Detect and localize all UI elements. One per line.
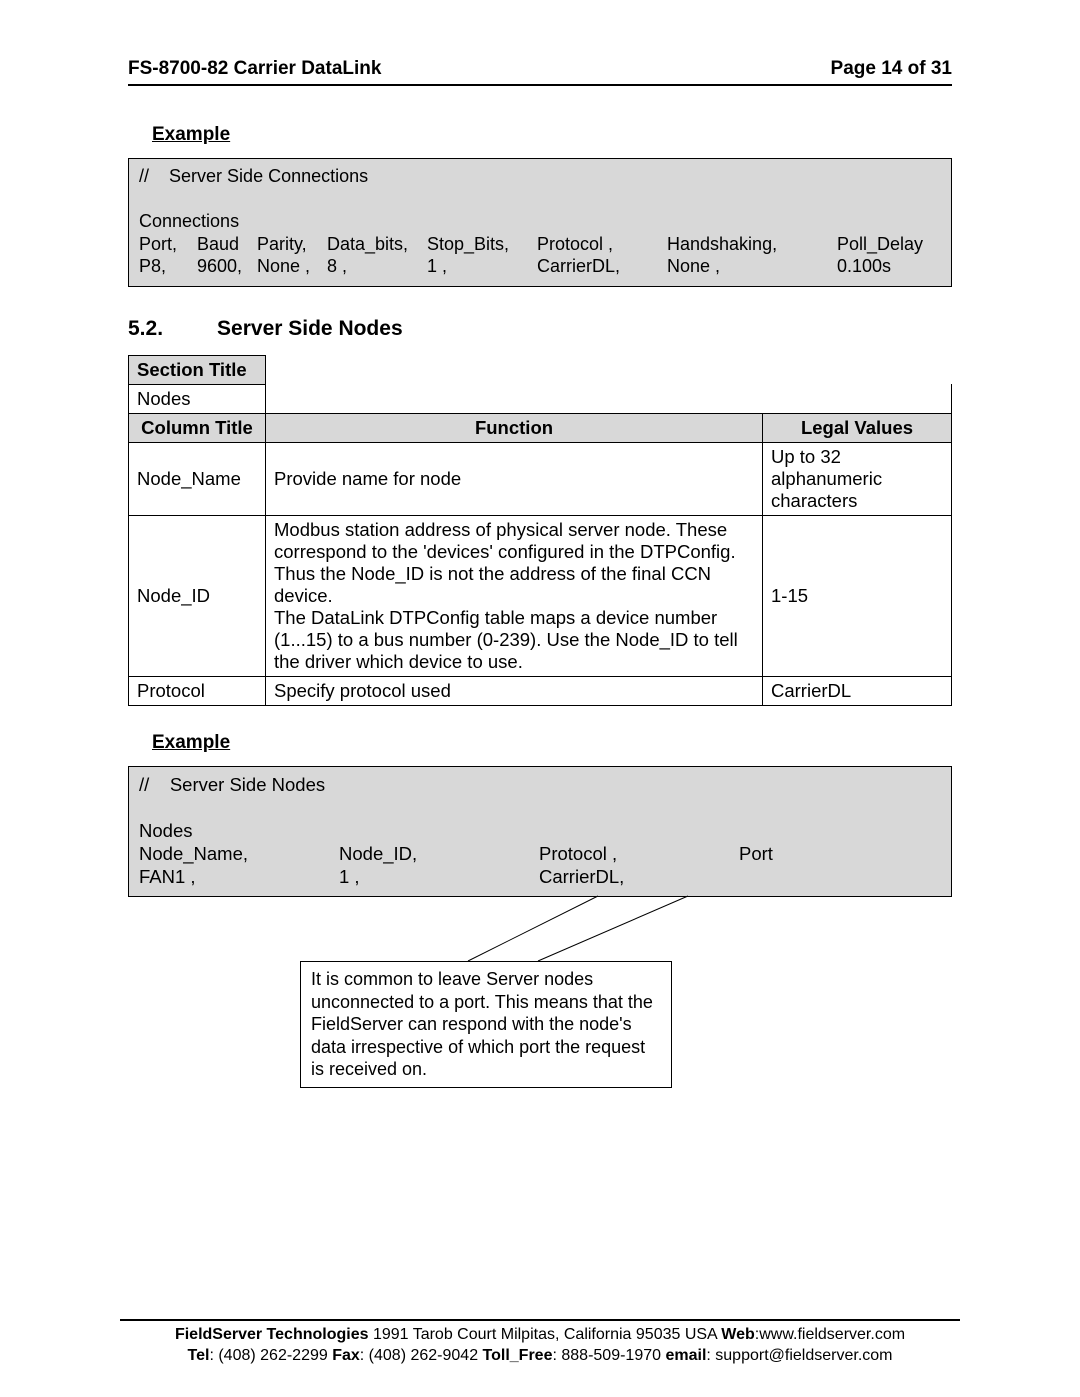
blank-cell (763, 384, 952, 413)
section-title-label: Section Title (129, 355, 266, 384)
header-rule (128, 84, 952, 86)
section-number: 5.2. (128, 317, 163, 341)
val-protocol: CarrierDL, (537, 255, 667, 278)
footer-toll-value: : 888-509-1970 (552, 1347, 665, 1364)
row-function: Provide name for node (266, 442, 763, 515)
page: FS-8700-82 Carrier DataLink Page 14 of 3… (0, 0, 1080, 1397)
page-number: Page 14 of 31 (831, 58, 952, 80)
footer-web-label: Web (721, 1326, 754, 1343)
col-baud: Baud (197, 233, 257, 256)
blank-cell (266, 384, 763, 413)
comment-slash: // (139, 774, 149, 795)
footer-email-label: email (665, 1347, 706, 1364)
row-function: Modbus station address of physical serve… (266, 515, 763, 676)
comment-text: Server Side Connections (169, 166, 368, 186)
table-row: Node_Name Provide name for node Up to 32… (129, 442, 952, 515)
val-stopbits: 1 , (427, 255, 537, 278)
row-function: Specify protocol used (266, 676, 763, 705)
row-legal: Up to 32 alphanumeric characters (763, 442, 952, 515)
col-nodeid: Node_ID, (339, 842, 539, 865)
row-title: Node_ID (129, 515, 266, 676)
blank-cell (266, 355, 763, 384)
col-header-legal: Legal Values (763, 413, 952, 442)
section-title: Server Side Nodes (217, 317, 403, 341)
server-side-nodes-example: // Server Side Nodes Nodes Node_Name, No… (128, 766, 952, 898)
footer-tel-value: : (408) 262-2299 (209, 1347, 332, 1364)
col-header-function: Function (266, 413, 763, 442)
example1-heading: Example (152, 124, 952, 146)
col-handshaking: Handshaking, (667, 233, 837, 256)
comment-text: Server Side Nodes (170, 774, 325, 795)
table-row: Protocol Specify protocol used CarrierDL (129, 676, 952, 705)
connections-word: Connections (139, 210, 941, 233)
footer-web-value: :www.fieldserver.com (755, 1326, 905, 1343)
callout-area: It is common to leave Server nodes uncon… (128, 927, 952, 1087)
val-handshaking: None , (667, 255, 837, 278)
row-legal: 1-15 (763, 515, 952, 676)
val-nodename: FAN1 , (139, 865, 339, 888)
page-footer: FieldServer Technologies 1991 Tarob Cour… (120, 1319, 960, 1367)
val-port (739, 865, 941, 888)
col-port: Port (739, 842, 941, 865)
section-5-2-heading: 5.2. Server Side Nodes (128, 317, 952, 341)
footer-tel-label: Tel (188, 1347, 210, 1364)
doc-header: FS-8700-82 Carrier DataLink Page 14 of 3… (128, 58, 952, 80)
footer-company: FieldServer Technologies (175, 1326, 369, 1343)
footer-fax-value: : (408) 262-9042 (360, 1347, 483, 1364)
section-title-value: Nodes (129, 384, 266, 413)
col-header-title: Column Title (129, 413, 266, 442)
nodes-header-row: Node_Name, Node_ID, Protocol , Port (139, 842, 941, 865)
col-nodename: Node_Name, (139, 842, 339, 865)
example2-heading: Example (152, 732, 952, 754)
server-side-connections-example: // Server Side Connections Connections P… (128, 158, 952, 287)
footer-text: FieldServer Technologies 1991 Tarob Cour… (120, 1325, 960, 1367)
col-parity: Parity, (257, 233, 327, 256)
col-stopbits: Stop_Bits, (427, 233, 537, 256)
comment-slash: // (139, 166, 149, 186)
row-title: Protocol (129, 676, 266, 705)
blank-cell (763, 355, 952, 384)
footer-email-value: : support@fieldserver.com (706, 1347, 892, 1364)
nodes-word: Nodes (139, 819, 941, 842)
footer-toll-label: Toll_Free (483, 1347, 553, 1364)
col-port: Port, (139, 233, 197, 256)
val-parity: None , (257, 255, 327, 278)
val-polldelay: 0.100s (837, 255, 941, 278)
val-baud: 9600, (197, 255, 257, 278)
server-side-nodes-table: Section Title Nodes Column Title Functio… (128, 355, 952, 706)
col-protocol: Protocol , (537, 233, 667, 256)
col-protocol: Protocol , (539, 842, 739, 865)
val-databits: 8 , (327, 255, 427, 278)
footer-rule (120, 1319, 960, 1321)
callout-text: It is common to leave Server nodes uncon… (311, 969, 653, 1079)
val-port: P8, (139, 255, 197, 278)
row-legal: CarrierDL (763, 676, 952, 705)
val-protocol: CarrierDL, (539, 865, 739, 888)
connections-header-row: Port, Baud Parity, Data_bits, Stop_Bits,… (139, 233, 941, 256)
callout-box: It is common to leave Server nodes uncon… (300, 961, 672, 1088)
table-row: Node_ID Modbus station address of physic… (129, 515, 952, 676)
val-nodeid: 1 , (339, 865, 539, 888)
footer-address: 1991 Tarob Court Milpitas, California 95… (369, 1326, 722, 1343)
col-polldelay: Poll_Delay (837, 233, 941, 256)
footer-fax-label: Fax (332, 1347, 360, 1364)
connections-value-row: P8, 9600, None , 8 , 1 , CarrierDL, None… (139, 255, 941, 278)
doc-id: FS-8700-82 Carrier DataLink (128, 58, 381, 80)
nodes-value-row: FAN1 , 1 , CarrierDL, (139, 865, 941, 888)
row-title: Node_Name (129, 442, 266, 515)
col-databits: Data_bits, (327, 233, 427, 256)
